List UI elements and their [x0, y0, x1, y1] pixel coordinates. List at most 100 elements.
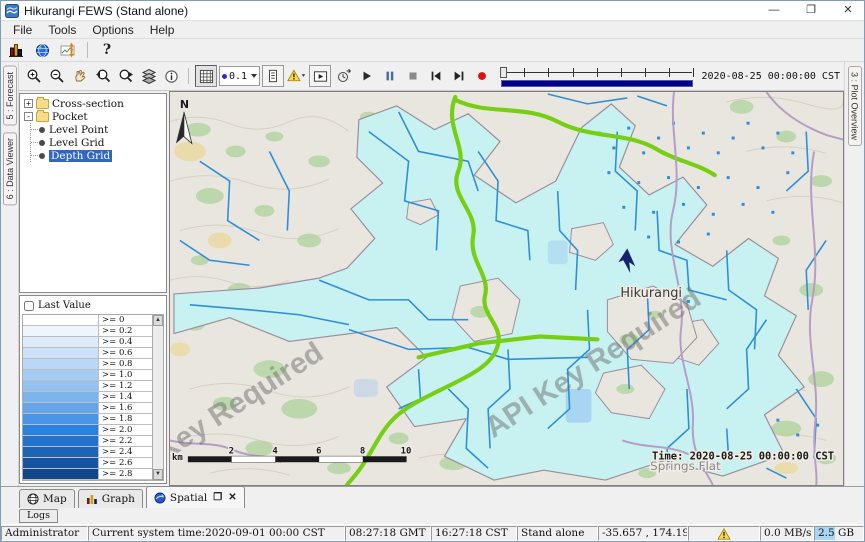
skip-end-icon: [452, 69, 466, 83]
pause-icon: [383, 69, 397, 83]
float-tab-button[interactable]: ❐: [213, 492, 222, 503]
legend-row[interactable]: >= 2.8: [23, 469, 152, 480]
go-to-start-button[interactable]: [425, 65, 446, 87]
close-tab-button[interactable]: ✕: [228, 492, 236, 503]
zoom-in-button[interactable]: [23, 65, 44, 87]
time-slider-handle[interactable]: [500, 67, 507, 78]
menu-item[interactable]: Help: [142, 21, 183, 39]
pause-button[interactable]: [379, 65, 400, 87]
side-tab[interactable]: 5 : Forecast: [3, 66, 17, 126]
grid-icon: [199, 69, 214, 84]
expand-icon[interactable]: +: [24, 99, 33, 108]
tree-node-label[interactable]: Pocket: [52, 111, 88, 123]
status-system-time: Current system time:2020-09-01 00:00 CST: [88, 526, 345, 541]
legend-row[interactable]: >= 2.6: [23, 458, 152, 469]
zoom-out-button[interactable]: [46, 65, 67, 87]
last-value-checkbox[interactable]: [24, 301, 34, 311]
menu-item[interactable]: Tools: [40, 21, 84, 39]
database-viewer-button[interactable]: [5, 40, 27, 60]
play-button[interactable]: [356, 65, 377, 87]
contour-dot-icon: [222, 74, 227, 79]
tab-spatial[interactable]: Spatial ❐ ✕: [146, 486, 245, 508]
tab-map[interactable]: Map: [19, 489, 75, 508]
legend-row[interactable]: >= 3.0: [23, 480, 152, 481]
menu-item[interactable]: Options: [84, 21, 141, 39]
help-button[interactable]: ?: [96, 40, 118, 60]
tree-leaf-label[interactable]: Level Point: [49, 124, 108, 136]
legend-row[interactable]: >= 0.6: [23, 348, 152, 359]
legend-row[interactable]: >= 1.6: [23, 403, 152, 414]
legend-row-label: >= 0.4: [99, 337, 152, 347]
zoom-next-button[interactable]: [115, 65, 136, 87]
status-warning-cell[interactable]: [688, 526, 760, 541]
tree-leaf-label[interactable]: Level Grid: [49, 137, 105, 149]
map-display-button[interactable]: [31, 40, 53, 60]
time-slider-track[interactable]: [500, 66, 693, 78]
side-tab-plot-overview[interactable]: 3 : Plot Overview: [848, 66, 862, 146]
legend-color-swatch: [23, 392, 99, 402]
tree-node-cross-section[interactable]: + Cross-section: [21, 97, 165, 110]
tree-leaf-level-point[interactable]: Level Point: [31, 123, 165, 136]
globe-icon: [35, 43, 50, 58]
last-value-option: Last Value: [22, 298, 164, 313]
legend-row[interactable]: >= 1.8: [23, 414, 152, 425]
collapse-icon[interactable]: -: [24, 112, 33, 121]
map-canvas[interactable]: API Key Required API Key Required Hikura…: [169, 91, 844, 486]
legend-toggle-button[interactable]: [262, 65, 284, 87]
info-button[interactable]: [161, 65, 182, 87]
folder-icon: [36, 99, 49, 109]
legend-row[interactable]: >= 2.4: [23, 447, 152, 458]
zoom-previous-button[interactable]: [92, 65, 113, 87]
scroll-down-icon[interactable]: ▼: [153, 469, 163, 480]
status-bar: Administrator Current system time:2020-0…: [1, 524, 864, 541]
tree-node-label[interactable]: Cross-section: [52, 98, 124, 110]
contour-value-dropdown[interactable]: 0.1: [219, 66, 260, 86]
stop-button[interactable]: [402, 65, 423, 87]
tab-graph[interactable]: Graph: [78, 489, 143, 508]
legend-color-swatch: [23, 403, 99, 413]
time-slider[interactable]: [500, 64, 693, 88]
legend-row[interactable]: >= 0.4: [23, 337, 152, 348]
go-to-end-button[interactable]: [448, 65, 469, 87]
minimize-button[interactable]: —: [758, 1, 790, 20]
animation-window-button[interactable]: [309, 65, 331, 87]
legend-row[interactable]: >= 0.8: [23, 359, 152, 370]
tree-leaf-level-grid[interactable]: Level Grid: [31, 136, 165, 149]
legend-row-label: >= 0.2: [99, 326, 152, 336]
legend-row[interactable]: >= 1.0: [23, 370, 152, 381]
legend-row[interactable]: >= 2.2: [23, 436, 152, 447]
status-gmt-time: 08:27:18 GMT: [345, 526, 431, 541]
zoom-in-icon: [26, 68, 42, 84]
pan-button[interactable]: [69, 65, 90, 87]
tree-leaf-label-selected[interactable]: Depth Grid: [49, 150, 112, 162]
record-button[interactable]: [471, 65, 492, 87]
legend-row-label: >= 0.8: [99, 359, 152, 369]
warning-filter-button[interactable]: [286, 65, 307, 87]
logs-tab[interactable]: Logs: [19, 509, 58, 523]
legend-row[interactable]: >= 0: [23, 315, 152, 326]
grid-display-button[interactable]: [195, 65, 217, 87]
tab-spatial-label: Spatial: [170, 492, 207, 504]
legend-row[interactable]: >= 1.2: [23, 381, 152, 392]
close-button[interactable]: ✕: [832, 1, 864, 20]
bottom-tab-bar: Map Graph Spatial ❐ ✕: [1, 486, 864, 508]
bullet-icon: [39, 140, 45, 146]
tab-map-label: Map: [43, 493, 67, 505]
legend-row[interactable]: >= 1.4: [23, 392, 152, 403]
layers-button[interactable]: [138, 65, 159, 87]
legend-scrollbar[interactable]: ▲ ▼: [152, 315, 163, 480]
legend-row[interactable]: >= 0.2: [23, 326, 152, 337]
legend-row[interactable]: >= 2.0: [23, 425, 152, 436]
tree-node-pocket[interactable]: - Pocket: [21, 110, 165, 123]
flood-map[interactable]: API Key Required API Key Required Hikura…: [170, 92, 843, 485]
tree-leaf-depth-grid[interactable]: Depth Grid: [31, 149, 165, 162]
side-tab[interactable]: 6 : Data Viewer: [3, 132, 17, 205]
animation-settings-button[interactable]: [333, 65, 354, 87]
menu-item[interactable]: File: [5, 21, 40, 39]
tab-graph-label: Graph: [102, 493, 135, 505]
legend-color-swatch: [23, 458, 99, 468]
scroll-up-icon[interactable]: ▲: [153, 315, 163, 326]
maximize-button[interactable]: ❐: [795, 1, 827, 20]
hand-icon: [72, 68, 88, 84]
spatial-display-button[interactable]: [57, 40, 79, 60]
